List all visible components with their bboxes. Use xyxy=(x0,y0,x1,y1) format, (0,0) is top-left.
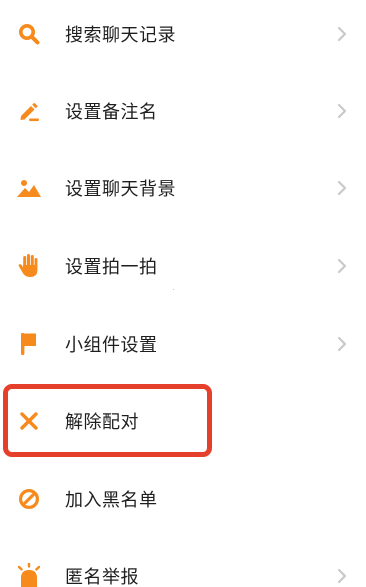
menu-item-label: 小组件设置 xyxy=(65,335,158,356)
chevron-right-icon xyxy=(336,180,348,196)
chevron-right-icon xyxy=(336,336,348,352)
menu-item-label: 加入黑名单 xyxy=(65,490,158,511)
settings-menu: 搜索聊天记录 设置备注名 设置聊天背景 设置拍一拍 小组件设置 解除配对 加入黑… xyxy=(0,0,366,587)
chevron-right-icon xyxy=(336,568,348,584)
menu-item-label: 设置拍一拍 xyxy=(65,257,158,278)
menu-item-label: 匿名举报 xyxy=(65,567,139,587)
menu-item-set-chat-background[interactable]: 设置聊天背景 xyxy=(0,158,366,218)
pencil-icon xyxy=(16,98,42,124)
menu-item-label: 解除配对 xyxy=(65,412,139,433)
hand-icon xyxy=(16,253,42,279)
menu-item-label: 设置备注名 xyxy=(65,102,158,123)
close-icon xyxy=(16,408,42,434)
stray-pixel xyxy=(173,289,174,290)
menu-item-label: 搜索聊天记录 xyxy=(65,25,176,46)
chevron-right-icon xyxy=(336,26,348,42)
menu-item-label: 设置聊天背景 xyxy=(65,179,176,200)
flag-icon xyxy=(16,331,42,357)
alarm-icon xyxy=(16,563,42,587)
menu-item-anonymous-report[interactable]: 匿名举报 xyxy=(0,546,366,587)
landscape-icon xyxy=(16,175,42,201)
menu-item-search-chat-history[interactable]: 搜索聊天记录 xyxy=(0,4,366,64)
menu-item-unpair[interactable]: 解除配对 xyxy=(0,391,366,451)
menu-item-set-pat-pat[interactable]: 设置拍一拍 xyxy=(0,236,366,296)
block-icon xyxy=(16,486,42,512)
chevron-right-icon xyxy=(336,258,348,274)
menu-item-widget-settings[interactable]: 小组件设置 xyxy=(0,314,366,374)
menu-item-set-remark-name[interactable]: 设置备注名 xyxy=(0,81,366,141)
chevron-right-icon xyxy=(336,103,348,119)
menu-item-add-to-blacklist[interactable]: 加入黑名单 xyxy=(0,469,366,529)
search-icon xyxy=(16,21,42,47)
